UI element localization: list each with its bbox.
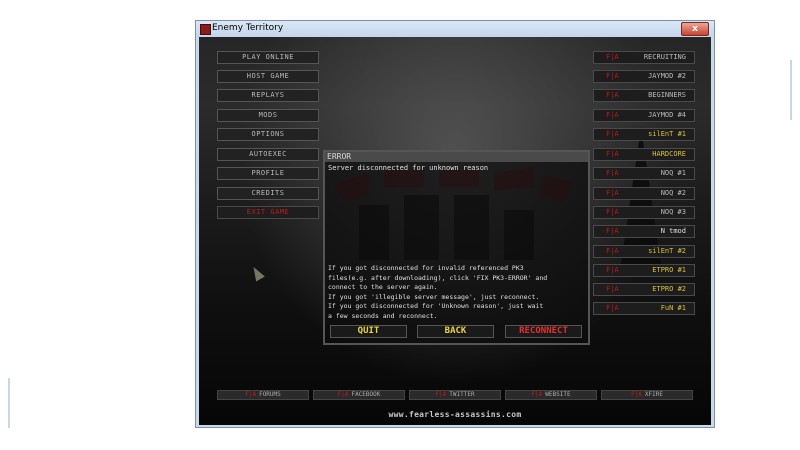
- server-button[interactable]: F|A RECRUITING: [593, 51, 695, 64]
- server-name: ETPRO #2: [652, 285, 686, 293]
- app-icon: [200, 24, 211, 35]
- link-label: FORUMS: [259, 391, 281, 398]
- desktop-edge-mark-right: [790, 60, 792, 120]
- help-line: a few seconds and reconnect.: [328, 311, 438, 320]
- server-name: JAYMOD #2: [648, 72, 686, 80]
- server-name: HARDCORE: [652, 150, 686, 158]
- server-button[interactable]: F|A HARDCORE: [593, 148, 695, 161]
- server-button[interactable]: F|A JAYMOD #2: [593, 70, 695, 83]
- server-name: silEnT #2: [648, 247, 686, 255]
- server-tag: F|A: [606, 304, 619, 312]
- server-tag: F|A: [606, 111, 619, 119]
- server-tag: F|A: [606, 227, 619, 235]
- reconnect-button[interactable]: RECONNECT: [505, 325, 582, 338]
- server-name: silEnT #1: [648, 130, 686, 138]
- server-tag: F|A: [606, 150, 619, 158]
- link-twitter-button[interactable]: F|A TWITTER: [409, 390, 501, 400]
- menu-exit-game-button[interactable]: EXIT GAME: [217, 206, 319, 219]
- help-line: files(e.g. after downloading), click 'FI…: [328, 273, 548, 282]
- server-tag: F|A: [606, 72, 619, 80]
- server-name: BEGINNERS: [648, 91, 686, 99]
- help-line: If you got disconnected for 'Unknown rea…: [328, 302, 544, 311]
- server-tag: F|A: [606, 91, 619, 99]
- server-name: NOQ #1: [660, 169, 686, 177]
- desktop-edge-mark-left: [8, 378, 10, 428]
- back-button[interactable]: BACK: [417, 325, 494, 338]
- server-button[interactable]: F|A silEnT #2: [593, 245, 695, 258]
- server-button[interactable]: F|A ETPRO #2: [593, 283, 695, 296]
- server-button[interactable]: F|A NOQ #1: [593, 167, 695, 180]
- menu-replays-button[interactable]: REPLAYS: [217, 89, 319, 102]
- server-button[interactable]: F|A BEGINNERS: [593, 89, 695, 102]
- window-titlebar[interactable]: Enemy Territory x: [196, 21, 714, 37]
- window-title: Enemy Territory: [212, 23, 284, 33]
- game-window: Enemy Territory x PLAY ONLINE HOST GAME …: [195, 20, 715, 428]
- link-website-button[interactable]: F|A WEBSITE: [505, 390, 597, 400]
- link-xfire-button[interactable]: F|A XFIRE: [601, 390, 693, 400]
- server-name: RECRUITING: [643, 53, 686, 61]
- menu-autoexec-button[interactable]: AUTOEXEC: [217, 148, 319, 161]
- menu-options-button[interactable]: OPTIONS: [217, 128, 319, 141]
- server-button[interactable]: F|A ETPRO #1: [593, 264, 695, 277]
- dialog-title: ERROR: [325, 152, 588, 162]
- server-button[interactable]: F|A silEnT #1: [593, 128, 695, 141]
- server-name: NOQ #2: [660, 189, 686, 197]
- server-tag: F|A: [606, 130, 619, 138]
- server-name: FuN #1: [660, 304, 686, 312]
- error-dialog: ERROR Server disconnected for unknown re…: [323, 150, 590, 345]
- server-button[interactable]: F|A NOQ #2: [593, 187, 695, 200]
- link-label: XFIRE: [644, 391, 663, 398]
- link-label: WEBSITE: [545, 391, 571, 398]
- server-tag: F|A: [606, 189, 619, 197]
- mouse-cursor: [249, 264, 265, 282]
- menu-profile-button[interactable]: PROFILE: [217, 167, 319, 180]
- server-button[interactable]: F|A N tmod: [593, 225, 695, 238]
- server-button[interactable]: F|A NOQ #3: [593, 206, 695, 219]
- server-name: NOQ #3: [660, 208, 686, 216]
- link-label: FACEBOOK: [351, 391, 381, 398]
- server-name: ETPRO #1: [652, 266, 686, 274]
- server-tag: F|A: [606, 169, 619, 177]
- link-facebook-button[interactable]: F|A FACEBOOK: [313, 390, 405, 400]
- server-tag: F|A: [606, 208, 619, 216]
- dialog-message: Server disconnected for unknown reason: [328, 164, 489, 172]
- link-tag: F|A: [435, 391, 447, 398]
- help-line: If you got disconnected for invalid refe…: [328, 264, 524, 272]
- server-tag: F|A: [606, 53, 619, 61]
- link-tag: F|A: [245, 391, 257, 398]
- help-line: connect to the server again.: [328, 283, 438, 292]
- server-button[interactable]: F|A JAYMOD #4: [593, 109, 695, 122]
- footer-url[interactable]: www.fearless-assassins.com: [199, 410, 711, 419]
- help-line: If you got 'illegible server message', j…: [328, 292, 540, 301]
- server-tag: F|A: [606, 285, 619, 293]
- link-forums-button[interactable]: F|A FORUMS: [217, 390, 309, 400]
- link-tag: F|A: [631, 391, 642, 398]
- server-tag: F|A: [606, 266, 619, 274]
- close-button[interactable]: x: [681, 22, 709, 36]
- menu-play-online-button[interactable]: PLAY ONLINE: [217, 51, 319, 64]
- link-tag: F|A: [337, 391, 349, 398]
- menu-credits-button[interactable]: CREDITS: [217, 187, 319, 200]
- quit-button[interactable]: QUIT: [330, 325, 407, 338]
- menu-mods-button[interactable]: MODS: [217, 109, 319, 122]
- server-button[interactable]: F|A FuN #1: [593, 302, 695, 315]
- game-viewport: PLAY ONLINE HOST GAME REPLAYS MODS OPTIO…: [199, 37, 711, 425]
- dialog-help-text: If you got disconnected for invalid refe…: [328, 264, 588, 322]
- menu-host-game-button[interactable]: HOST GAME: [217, 70, 319, 83]
- link-label: TWITTER: [449, 391, 475, 398]
- server-name: N tmod: [660, 227, 686, 235]
- server-tag: F|A: [606, 247, 619, 255]
- link-tag: F|A: [531, 391, 543, 398]
- server-name: JAYMOD #4: [648, 111, 686, 119]
